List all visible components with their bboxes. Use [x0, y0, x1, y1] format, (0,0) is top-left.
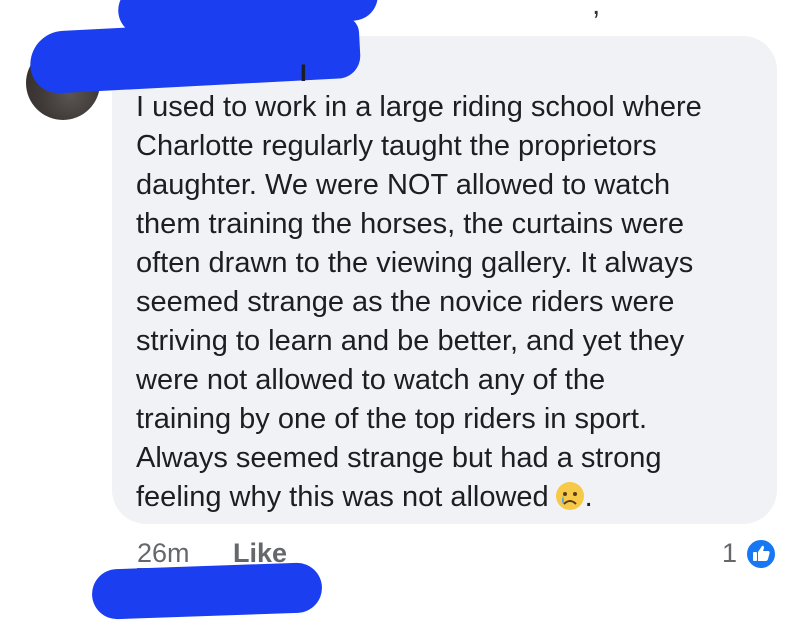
- comment-text: I used to work in a large riding school …: [136, 91, 702, 513]
- reaction-count[interactable]: 1: [722, 538, 737, 568]
- comment-body: I used to work in a large riding school …: [136, 88, 771, 517]
- author-name-fragment: I: [300, 60, 307, 87]
- redaction-mark-bottom: [91, 562, 323, 620]
- thumbs-up-icon[interactable]: [745, 538, 777, 570]
- comment-trailing: .: [584, 481, 593, 513]
- previous-text-fragment: ,: [592, 0, 601, 21]
- sad-tear-emoji: [555, 482, 584, 510]
- timestamp[interactable]: 26m: [137, 538, 190, 570]
